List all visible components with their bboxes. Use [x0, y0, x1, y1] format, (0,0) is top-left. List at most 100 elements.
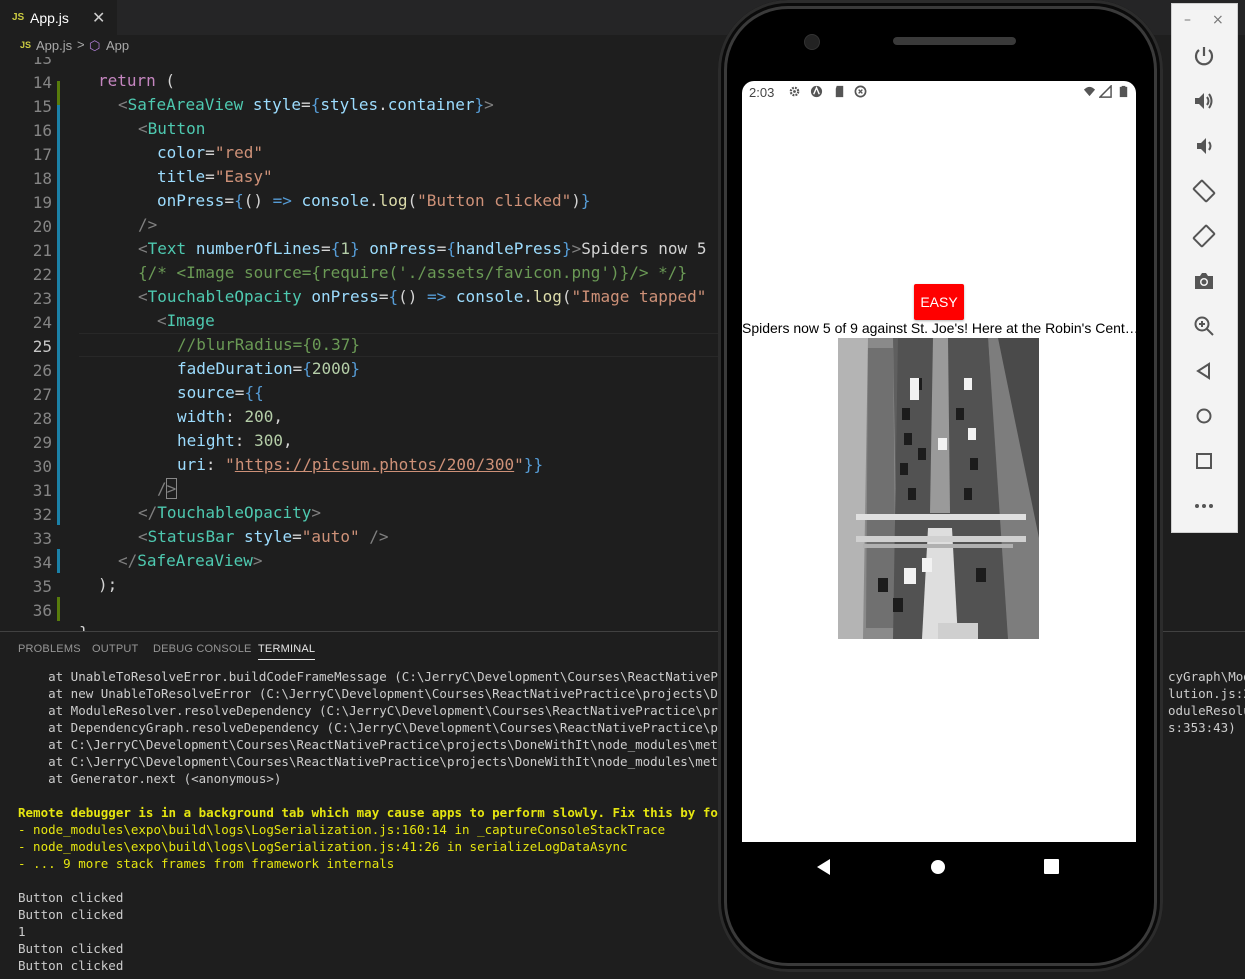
overview-icon[interactable]: [1192, 449, 1216, 473]
current-line-highlight: [79, 333, 719, 357]
tab-label: App.js: [30, 10, 69, 26]
signal-icon: [1099, 85, 1112, 98]
nav-back-icon[interactable]: [816, 858, 832, 876]
code-line: </SafeAreaView>: [118, 551, 263, 570]
phone-screen[interactable]: 2:03 EASY Spiders now 5 of 9 against St.…: [742, 81, 1136, 842]
tab-app-js[interactable]: JS App.js ✕: [0, 0, 117, 36]
line-number: 26: [32, 361, 52, 380]
code-line: height: 300,: [177, 431, 293, 450]
breadcrumb-file[interactable]: App.js: [36, 38, 72, 53]
terminal-line: at DependencyGraph.resolveDependency (C:…: [18, 720, 771, 735]
code-line: />: [157, 478, 178, 499]
minimize-icon[interactable]: –: [1184, 12, 1191, 28]
line-number: 29: [32, 433, 52, 452]
close-icon[interactable]: ✕: [92, 8, 105, 27]
tab-output[interactable]: OUTPUT: [92, 643, 138, 655]
line-number: 19: [32, 193, 52, 212]
line-number: 21: [32, 241, 52, 260]
code-line: fadeDuration={2000}: [177, 359, 361, 378]
close-icon[interactable]: ×: [1212, 12, 1224, 28]
volume-up-icon[interactable]: [1192, 89, 1216, 113]
terminal-line: at C:\JerryC\Development\Courses\ReactNa…: [18, 754, 771, 769]
terminal-warning-line: - node_modules\expo\build\logs\LogSerial…: [18, 822, 666, 837]
back-icon[interactable]: [1192, 359, 1216, 383]
camera-icon[interactable]: [1192, 269, 1216, 293]
log-line: Button clicked: [18, 958, 124, 973]
terminal-line: at UnableToResolveError.buildCodeFrameMe…: [18, 669, 771, 684]
easy-button[interactable]: EASY: [914, 284, 964, 320]
javascript-file-icon: JS: [20, 40, 32, 50]
code-line: width: 200,: [177, 407, 283, 426]
sd-card-icon: [835, 85, 844, 98]
javascript-file-icon: JS: [12, 12, 25, 23]
terminal-line-tail: oduleResoluc: [1168, 703, 1245, 718]
terminal-line: at ModuleResolver.resolveDependency (C:\…: [18, 703, 771, 718]
tab-debug-console[interactable]: DEBUG CONSOLE: [153, 643, 252, 655]
tab-problems[interactable]: PROBLEMS: [18, 643, 81, 655]
line-number: 36: [32, 601, 52, 620]
line-number: 15: [32, 97, 52, 116]
wifi-icon: [1083, 86, 1096, 97]
url-link[interactable]: https://picsum.photos/200/300: [235, 455, 514, 474]
caption-text[interactable]: Spiders now 5 of 9 against St. Joe's! He…: [742, 320, 1136, 336]
gutter-added-marker: [57, 597, 60, 621]
line-number: 18: [32, 169, 52, 188]
zoom-icon[interactable]: [1192, 314, 1216, 338]
code-line: return (: [98, 71, 176, 90]
line-number: 31: [32, 481, 52, 500]
line-number: 14: [32, 73, 52, 92]
terminal-line: at new UnableToResolveError (C:\JerryC\D…: [18, 686, 771, 701]
line-number: 20: [32, 217, 52, 236]
emulator-toolbar: – ×: [1171, 3, 1238, 533]
code-line: <Button: [138, 119, 206, 138]
android-nav-bar: [742, 842, 1136, 892]
code-line: <SafeAreaView style={styles.container}>: [118, 95, 494, 114]
volume-down-icon[interactable]: [1192, 134, 1216, 158]
line-number: 32: [32, 505, 52, 524]
code-line: </TouchableOpacity>: [138, 503, 322, 522]
log-line: Button clicked: [18, 941, 124, 956]
code-line: />: [138, 215, 158, 234]
status-bar: 2:03: [742, 81, 1136, 105]
nav-overview-icon[interactable]: [1044, 859, 1059, 874]
code-line: {/* <Image source={require('./assets/fav…: [138, 263, 688, 282]
line-number: 28: [32, 409, 52, 428]
terminal-warning-line: - node_modules\expo\build\logs\LogSerial…: [18, 839, 628, 854]
breadcrumb-separator: >: [77, 37, 85, 52]
code-line: <TouchableOpacity onPress={() => console…: [138, 287, 707, 306]
code-line: <Image: [157, 311, 215, 330]
line-number: 16: [32, 121, 52, 140]
code-line: color="red": [157, 143, 263, 162]
line-number: 17: [32, 145, 52, 164]
terminal-line-tail: s:353:43): [1168, 720, 1236, 735]
battery-icon: [1119, 85, 1128, 98]
code-line: <Text numberOfLines={1} onPress={handleP…: [138, 239, 707, 258]
code-line: }: [79, 623, 89, 631]
photo-image[interactable]: [838, 338, 1039, 639]
line-number: 35: [32, 577, 52, 596]
line-number: 33: [32, 529, 52, 548]
power-icon[interactable]: [1192, 44, 1216, 68]
line-number: 30: [32, 457, 52, 476]
code-line: source={{: [177, 383, 264, 402]
terminal-warning: Remote debugger is in a background tab w…: [18, 805, 771, 820]
rotate-right-icon[interactable]: [1192, 224, 1216, 248]
gutter-modified-marker: [57, 549, 60, 573]
settings-icon: [789, 86, 800, 97]
nav-home-icon[interactable]: [930, 859, 946, 875]
terminal-warning-line: - ... 9 more stack frames from framework…: [18, 856, 395, 871]
line-number: 13: [32, 57, 52, 68]
line-number: 22: [32, 265, 52, 284]
home-icon[interactable]: [1192, 404, 1216, 428]
more-icon[interactable]: [1192, 494, 1216, 518]
code-line: uri: "https://picsum.photos/200/300"}}: [177, 455, 544, 474]
breadcrumb-symbol[interactable]: App: [106, 38, 129, 53]
code-line: );: [98, 575, 118, 594]
rotate-left-icon[interactable]: [1192, 179, 1216, 203]
code-line: <StatusBar style="auto" />: [138, 527, 389, 546]
line-number: 23: [32, 289, 52, 308]
phone-speaker: [893, 37, 1016, 45]
tab-terminal[interactable]: TERMINAL: [258, 643, 316, 660]
component-symbol-icon: ⬡: [89, 38, 101, 53]
status-clock: 2:03: [749, 85, 775, 100]
